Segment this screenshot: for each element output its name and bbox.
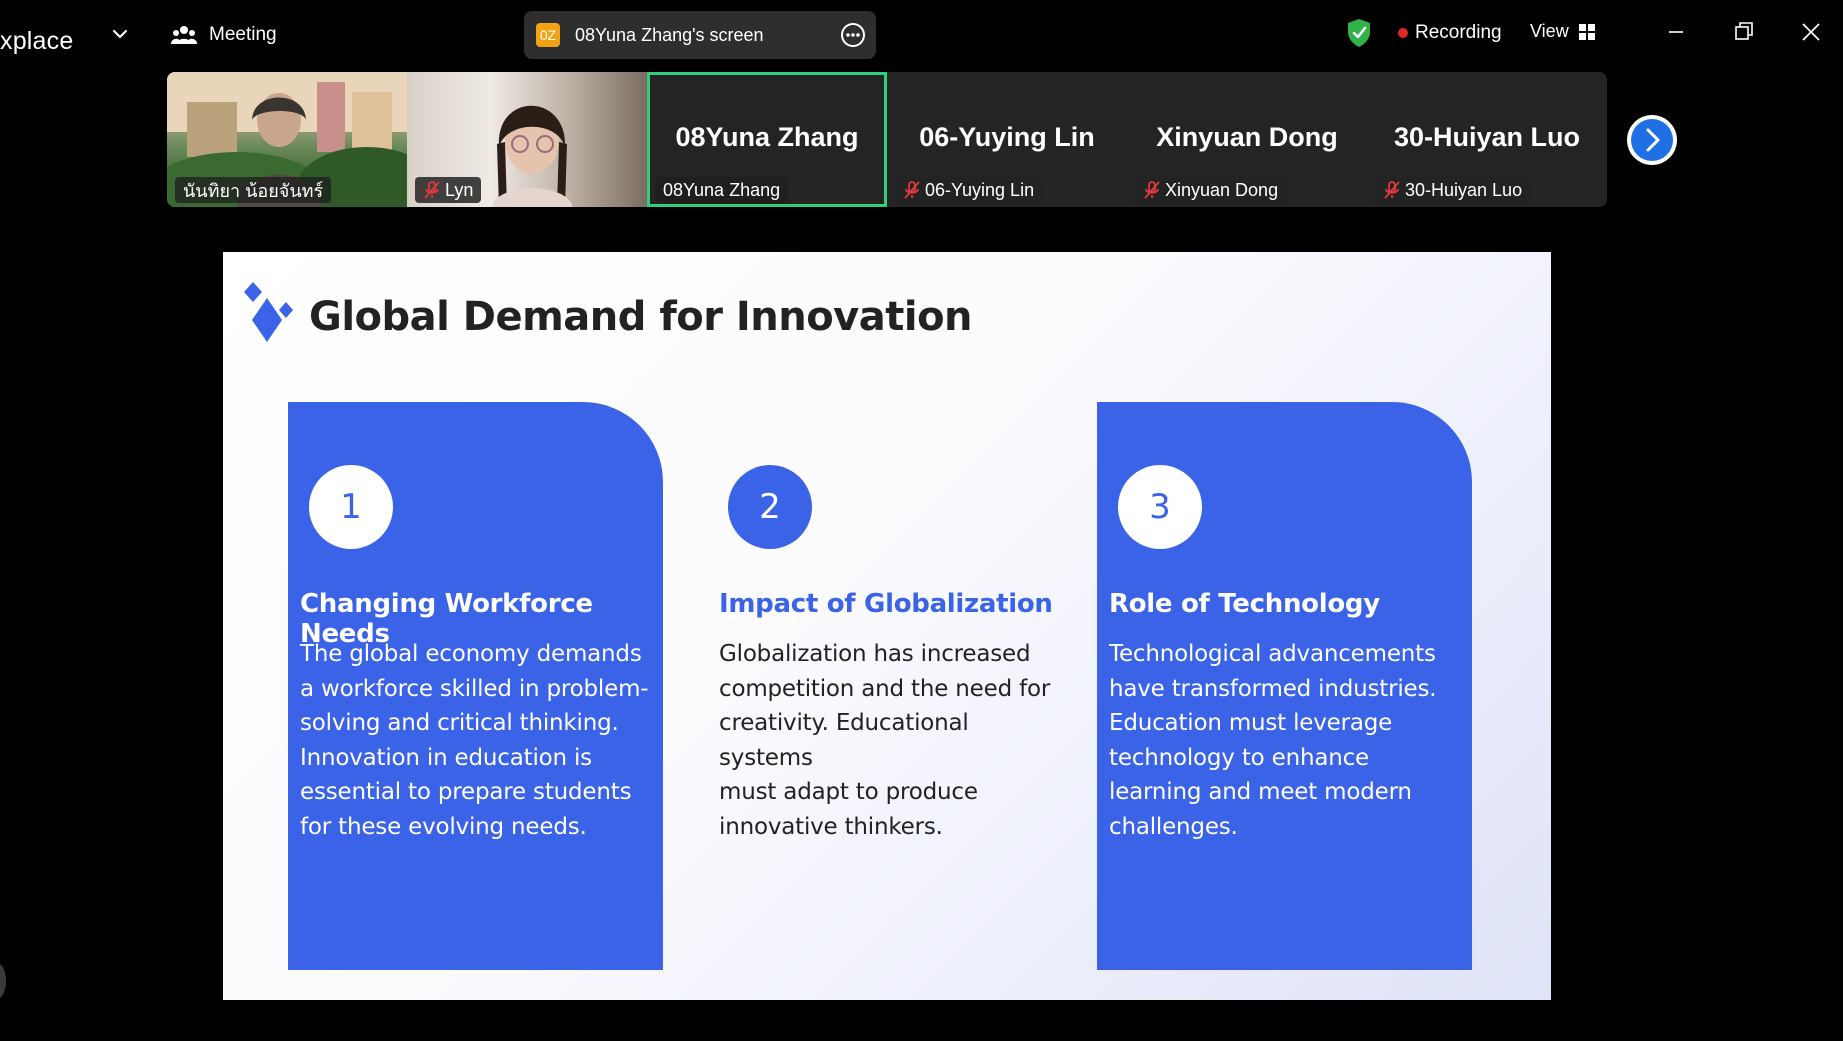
- info-card: 2 Impact of Globalization Globalization …: [707, 402, 1082, 970]
- participant-name-tag: 08Yuna Zhang: [655, 177, 789, 203]
- share-label: 08Yuna Zhang's screen: [575, 24, 764, 45]
- muted-mic-icon: [1384, 181, 1400, 199]
- app-name: xplace: [0, 27, 74, 55]
- card-body-line: The global economy demands: [300, 641, 642, 667]
- security-shield-icon[interactable]: [1346, 18, 1372, 48]
- card-title: Impact of Globalization: [719, 589, 1053, 619]
- card-title: Role of Technology: [1109, 589, 1380, 619]
- participant-name: นันทิยา น้อยจันทร์: [183, 180, 324, 201]
- floating-control-handle[interactable]: [0, 963, 6, 999]
- view-label: View: [1530, 21, 1569, 41]
- card-body: Technological advancements have transfor…: [1109, 637, 1459, 844]
- recording-indicator[interactable]: Recording: [1398, 22, 1502, 44]
- participants-icon: [171, 26, 197, 44]
- participant-display-name: 08Yuna Zhang: [675, 122, 859, 152]
- diamond-logo-icon: [244, 282, 293, 342]
- card-body-line: have transformed industries.: [1109, 675, 1437, 702]
- info-card: 1 Changing Workforce Needs The global ec…: [288, 402, 663, 970]
- card-body: Globalization has increased competition …: [719, 637, 1069, 844]
- participant-name-tag: Lyn: [415, 177, 482, 203]
- participant-name-tag: Xinyuan Dong: [1135, 177, 1287, 203]
- restore-icon[interactable]: [1730, 18, 1758, 46]
- participant-tile[interactable]: นันทิยา น้อยจันทร์: [167, 72, 407, 207]
- info-card: 3 Role of Technology Technological advan…: [1097, 402, 1472, 970]
- participant-tile[interactable]: Xinyuan Dong Xinyuan Dong: [1127, 72, 1367, 207]
- next-page-arrow-icon[interactable]: [1627, 115, 1677, 165]
- participant-name: Xinyuan Dong: [1165, 179, 1279, 200]
- card-body-line: for these evolving needs.: [300, 813, 587, 840]
- participant-name-tag: 06-Yuying Lin: [895, 177, 1043, 203]
- participant-name: Lyn: [445, 179, 474, 200]
- card-body-line: creativity. Educational systems: [719, 710, 969, 771]
- sharer-avatar: 0Z: [536, 23, 560, 47]
- card-body-line: essential to prepare students: [300, 779, 632, 805]
- shared-screen-slide: Global Demand for Innovation 1 Changing …: [223, 252, 1551, 1000]
- card-body-line: challenges.: [1109, 813, 1238, 840]
- recording-dot-icon: [1398, 28, 1408, 38]
- participant-tile[interactable]: Lyn: [407, 72, 647, 207]
- participant-display-name: 06-Yuying Lin: [919, 122, 1095, 152]
- muted-mic-icon: [1144, 181, 1160, 199]
- card-body-line: competition and the need for: [719, 675, 1051, 702]
- participant-name: 30-Huiyan Luo: [1405, 179, 1523, 200]
- slide-title: Global Demand for Innovation: [309, 294, 973, 340]
- participant-tile[interactable]: 06-Yuying Lin 06-Yuying Lin: [887, 72, 1127, 207]
- screen-share-indicator[interactable]: 0Z 08Yuna Zhang's screen: [524, 11, 876, 59]
- more-options-icon[interactable]: [840, 22, 866, 48]
- meeting-button[interactable]: Meeting: [171, 18, 277, 52]
- grid-view-icon: [1578, 23, 1595, 40]
- participant-strip: นันทิยา น้อยจันทร์ Lyn 08Yuna Zhang 08Yu…: [167, 72, 1607, 207]
- minimize-icon[interactable]: [1662, 18, 1690, 46]
- meeting-label: Meeting: [209, 24, 277, 45]
- view-button[interactable]: View: [1530, 21, 1595, 42]
- card-body-line: must adapt to produce: [719, 779, 978, 805]
- card-body-line: technology to enhance: [1109, 744, 1369, 771]
- meeting-toolbar: xplace Meeting 0Z 08Yuna Zhang's screen …: [0, 0, 1843, 68]
- participant-name-tag: นันทิยา น้อยจันทร์: [175, 177, 332, 203]
- close-icon[interactable]: [1797, 18, 1825, 46]
- participant-display-name: Xinyuan Dong: [1156, 122, 1338, 152]
- chevron-down-icon[interactable]: [109, 23, 131, 45]
- card-body-line: Technological advancements: [1109, 641, 1436, 667]
- participant-tile[interactable]: 30-Huiyan Luo 30-Huiyan Luo: [1367, 72, 1607, 207]
- muted-mic-icon: [424, 181, 440, 199]
- card-number-badge: 1: [309, 465, 393, 549]
- participant-name: 08Yuna Zhang: [663, 179, 781, 200]
- participant-name: 06-Yuying Lin: [925, 179, 1035, 200]
- card-number-badge: 3: [1118, 465, 1202, 549]
- card-body-line: innovative thinkers.: [719, 813, 943, 840]
- recording-label: Recording: [1415, 22, 1502, 43]
- card-body-line: Globalization has increased: [719, 641, 1031, 667]
- card-body-line: Education must leverage: [1109, 710, 1393, 736]
- card-body-line: a workforce skilled in problem-: [300, 675, 649, 702]
- participant-display-name: 30-Huiyan Luo: [1393, 122, 1581, 152]
- card-body-line: solving and critical thinking.: [300, 710, 619, 736]
- card-number-badge: 2: [728, 465, 812, 549]
- card-body: The global economy demands a workforce s…: [300, 637, 650, 844]
- muted-mic-icon: [904, 181, 920, 199]
- participant-tile-active-speaker[interactable]: 08Yuna Zhang 08Yuna Zhang: [647, 72, 887, 207]
- card-body-line: learning and meet modern: [1109, 779, 1412, 805]
- card-body-line: Innovation in education is: [300, 744, 592, 771]
- participant-name-tag: 30-Huiyan Luo: [1375, 177, 1531, 203]
